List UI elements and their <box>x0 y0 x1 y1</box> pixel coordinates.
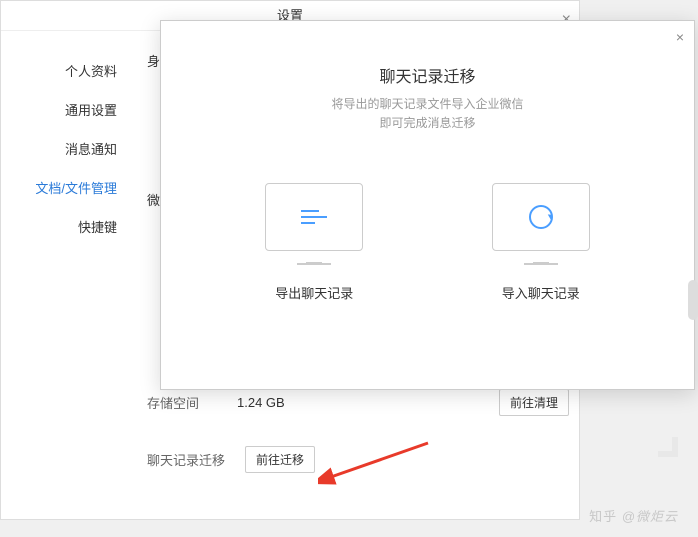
import-monitor-icon <box>492 183 590 251</box>
sidebar-item-notifications[interactable]: 消息通知 <box>1 129 131 168</box>
settings-sidebar: 个人资料 通用设置 消息通知 文档/文件管理 快捷键 <box>1 31 131 519</box>
storage-value: 1.24 GB <box>237 395 499 410</box>
import-option[interactable]: 导入聊天记录 <box>492 183 590 302</box>
modal-subtitle-line1: 将导出的聊天记录文件导入企业微信 <box>331 97 523 111</box>
migrate-label: 聊天记录迁移 <box>147 450 237 469</box>
monitor-base <box>524 263 558 265</box>
import-label: 导入聊天记录 <box>492 283 590 302</box>
row-storage: 存储空间 1.24 GB 前往清理 <box>141 389 569 416</box>
monitor-stand <box>533 255 549 263</box>
modal-title: 聊天记录迁移 <box>161 63 694 87</box>
modal-subtitle-line2: 即可完成消息迁移 <box>379 116 475 130</box>
refresh-icon <box>529 205 553 229</box>
storage-clean-button[interactable]: 前往清理 <box>499 389 569 416</box>
sidebar-item-general[interactable]: 通用设置 <box>1 90 131 129</box>
row-migrate: 聊天记录迁移 前往迁移 <box>141 446 569 473</box>
watermark: 知乎 @微炬云 <box>589 506 678 525</box>
export-label: 导出聊天记录 <box>265 283 363 302</box>
migrate-button[interactable]: 前往迁移 <box>245 446 315 473</box>
monitor-stand <box>306 255 322 263</box>
storage-label: 存储空间 <box>147 393 237 412</box>
zhihu-icon: 知乎 <box>589 506 617 525</box>
migration-modal: × 聊天记录迁移 将导出的聊天记录文件导入企业微信 即可完成消息迁移 导出聊天记… <box>160 20 695 390</box>
window-corner <box>658 437 678 457</box>
export-option[interactable]: 导出聊天记录 <box>265 183 363 302</box>
lines-icon <box>301 210 327 224</box>
scrollbar-thumb[interactable] <box>688 280 698 320</box>
monitor-base <box>297 263 331 265</box>
sidebar-item-profile[interactable]: 个人资料 <box>1 51 131 90</box>
sidebar-item-files[interactable]: 文档/文件管理 <box>1 168 131 207</box>
modal-subtitle: 将导出的聊天记录文件导入企业微信 即可完成消息迁移 <box>161 95 694 133</box>
export-monitor-icon <box>265 183 363 251</box>
watermark-text: @微炬云 <box>622 509 678 524</box>
partial-text-1: 身 <box>147 51 160 70</box>
modal-options: 导出聊天记录 导入聊天记录 <box>161 183 694 302</box>
sidebar-item-shortcuts[interactable]: 快捷键 <box>1 207 131 246</box>
modal-close-button[interactable]: × <box>676 29 684 45</box>
